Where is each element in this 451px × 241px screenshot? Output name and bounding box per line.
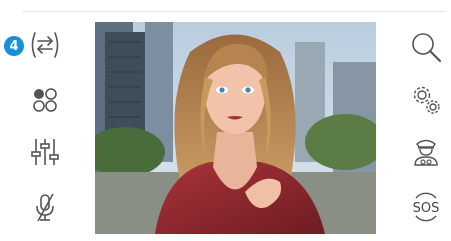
gears-settings-icon (413, 86, 440, 114)
sos-label: SOS (413, 201, 440, 216)
call-transfer-button[interactable] (25, 25, 65, 65)
camera-video-feed[interactable] (95, 22, 376, 234)
call-transfer-icon (31, 32, 59, 58)
microphone-muted-icon (36, 193, 54, 222)
concierge-icon (414, 139, 438, 166)
system-settings-button[interactable] (406, 80, 446, 120)
top-divider (22, 11, 446, 12)
cameras-button[interactable] (25, 80, 65, 120)
notification-count: 4 (9, 38, 19, 54)
sos-icon: SOS (413, 192, 440, 222)
audio-settings-button[interactable] (25, 132, 65, 172)
concierge-button[interactable] (406, 132, 446, 172)
microphone-mute-button[interactable] (25, 187, 65, 227)
intercom-panel: 4 SOS (0, 0, 451, 241)
sliders-settings-icon (31, 139, 59, 165)
search-zoom-icon (412, 33, 442, 63)
search-button[interactable] (406, 27, 446, 67)
cameras-grid-icon (33, 88, 57, 112)
video-image (95, 22, 376, 234)
sos-button[interactable]: SOS (406, 187, 446, 227)
notification-badge: 4 (4, 36, 24, 56)
